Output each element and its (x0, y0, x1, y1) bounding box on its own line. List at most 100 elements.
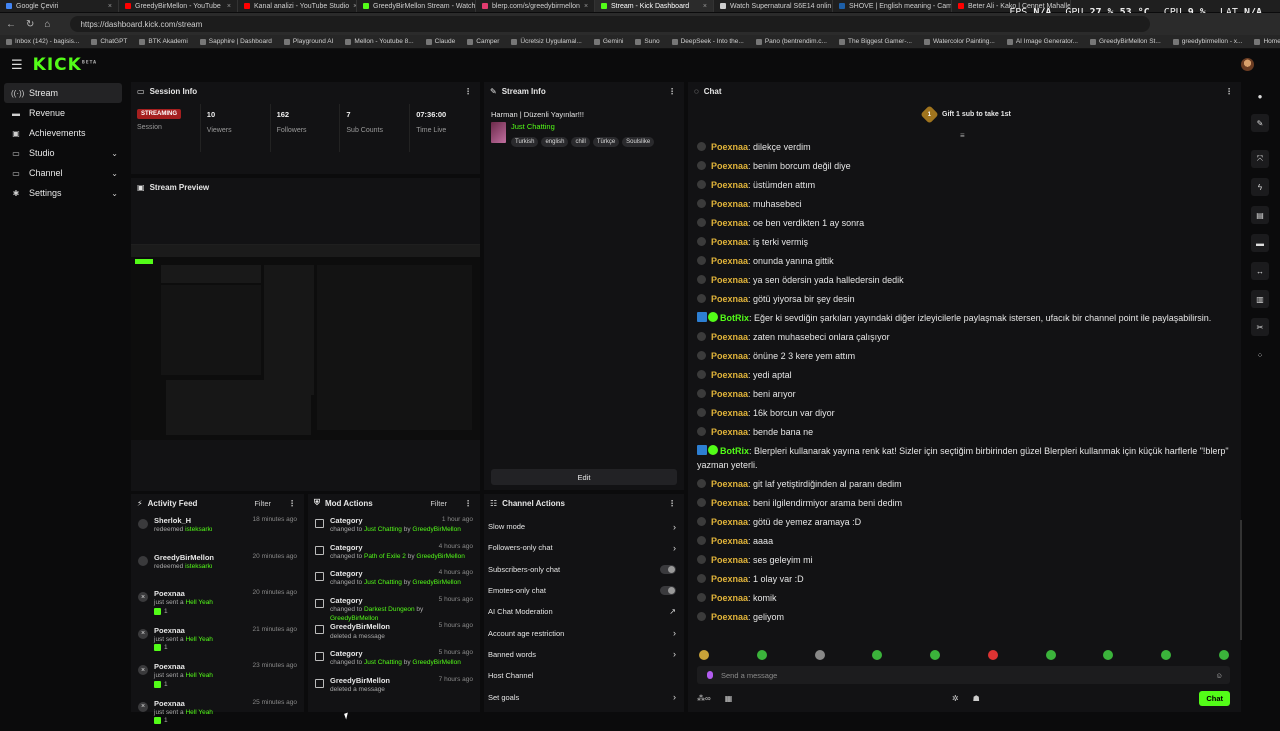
browser-tab[interactable]: Watch Supernatural S6E14 onlin× (714, 0, 833, 12)
back-icon[interactable]: ← (6, 19, 16, 30)
browser-tab[interactable]: Kanal analizi - YouTube Studio× (238, 0, 357, 12)
host-icon[interactable]: ↔ (1251, 262, 1269, 280)
browser-tab[interactable]: SHOVE | English meaning - Camb× (833, 0, 952, 12)
reload-icon[interactable]: ↻ (26, 19, 34, 30)
bookmark-item[interactable]: DeepSeek - Into the... (672, 38, 744, 45)
channel-action-host-channel[interactable]: Host Channel (484, 665, 684, 686)
activity-username[interactable]: Poexnaa (154, 626, 185, 636)
chat-scrollbar[interactable] (1240, 520, 1242, 640)
sidebar-item-revenue[interactable]: ▬Revenue (0, 103, 126, 123)
chat-username[interactable]: Poexnaa (711, 479, 748, 489)
chat-username[interactable]: BotRix (720, 313, 749, 323)
more-icon[interactable]: ⋮ (668, 87, 676, 96)
browser-tab[interactable]: Stream - Kick Dashboard× (595, 0, 714, 12)
chat-username[interactable]: Poexnaa (711, 180, 748, 190)
pinned-gift-banner[interactable]: 1Gift 1 sub to take 1st (923, 108, 1011, 121)
clipboard-icon[interactable]: ▤ (1251, 206, 1269, 224)
chat-username[interactable]: Poexnaa (711, 427, 748, 437)
chat-username[interactable]: Poexnaa (711, 142, 748, 152)
channel-action-subscribers-only-chat[interactable]: Subscribers-only chat (484, 559, 684, 580)
filter-button[interactable]: Filter (254, 499, 271, 508)
filter-button[interactable]: Filter (430, 499, 447, 508)
bookmark-item[interactable]: Sapphire | Dashboard (200, 38, 272, 45)
sidebar-item-channel[interactable]: ▭Channel⌄ (0, 163, 126, 183)
chat-username[interactable]: Poexnaa (711, 199, 748, 209)
bookmark-item[interactable]: Pano (bentrendim.c... (756, 38, 827, 45)
bookmark-item[interactable]: Mellon - Youtube 8... (345, 38, 413, 45)
emote-icon[interactable] (872, 650, 882, 660)
wrench-icon[interactable]: ✂ (1251, 318, 1269, 336)
bookmark-item[interactable]: Watercolor Painting... (924, 38, 995, 45)
category-name[interactable]: Just Chatting (511, 122, 654, 131)
mic-icon[interactable] (707, 671, 713, 679)
close-icon[interactable]: × (584, 3, 588, 10)
close-icon[interactable]: × (227, 3, 231, 10)
toggle-switch[interactable] (660, 586, 676, 595)
expand-icon[interactable]: ⤧ (1251, 150, 1269, 168)
edit-icon[interactable]: ✎ (1251, 114, 1269, 132)
more-icon[interactable]: ⋮ (464, 87, 472, 96)
tag-chip[interactable]: Türkçe (593, 137, 619, 147)
calendar-icon[interactable]: ▦ (725, 694, 733, 703)
mod-action-user[interactable]: GreedyBirMellon (412, 579, 460, 586)
emote-icon[interactable] (1161, 650, 1171, 660)
menu-icon[interactable]: ☰ (11, 57, 23, 73)
close-icon[interactable]: × (703, 3, 707, 10)
emote-icon[interactable] (757, 650, 767, 660)
tag-chip[interactable]: Soulslike (622, 137, 654, 147)
chat-username[interactable]: Poexnaa (711, 218, 748, 228)
chat-username[interactable]: Poexnaa (711, 555, 748, 565)
channel-action-slow-mode[interactable]: Slow mode› (484, 516, 684, 537)
bookmark-item[interactable]: Suno (635, 38, 659, 45)
chat-username[interactable]: Poexnaa (711, 256, 748, 266)
mod-action-target[interactable]: Just Chatting (364, 579, 402, 586)
channel-action-emotes-only-chat[interactable]: Emotes-only chat (484, 580, 684, 601)
chat-username[interactable]: Poexnaa (711, 574, 748, 584)
bookmark-item[interactable]: Camper (467, 38, 499, 45)
avatar[interactable] (1241, 58, 1254, 71)
emote-icon[interactable] (1046, 650, 1056, 660)
chat-username[interactable]: Poexnaa (711, 161, 748, 171)
emote-icon[interactable] (815, 650, 825, 660)
bookmark-item[interactable]: Gemini (594, 38, 624, 45)
grid-icon[interactable]: ⁘ (1251, 346, 1269, 364)
bookmark-item[interactable]: Playground AI (284, 38, 333, 45)
emote-icon[interactable] (699, 650, 709, 660)
bookmark-item[interactable]: GreedyBirMellon St... (1090, 38, 1161, 45)
chat-username[interactable]: BotRix (720, 446, 749, 456)
mod-action-target[interactable]: Path of Exile 2 (364, 553, 406, 560)
activity-username[interactable]: Poexnaa (154, 589, 185, 599)
bookmark-item[interactable]: AI Image Generator... (1007, 38, 1078, 45)
channel-action-ai-chat-moderation[interactable]: AI Chat Moderation↗ (484, 601, 684, 622)
mod-action-user[interactable]: GreedyBirMellon (330, 615, 378, 622)
bookmark-item[interactable]: BTK Akademi (139, 38, 187, 45)
chat-username[interactable]: Poexnaa (711, 536, 748, 546)
more-icon[interactable]: ⋮ (668, 499, 676, 508)
bookmark-item[interactable]: Claude (426, 38, 456, 45)
sidebar-item-studio[interactable]: ▭Studio⌄ (0, 143, 126, 163)
bookmark-item[interactable]: Home / X (1254, 38, 1280, 45)
chat-username[interactable]: Poexnaa (711, 275, 748, 285)
chat-username[interactable]: Poexnaa (711, 593, 748, 603)
chat-username[interactable]: Poexnaa (711, 498, 748, 508)
chat-username[interactable]: Poexnaa (711, 370, 748, 380)
mod-action-user[interactable]: GreedyBirMellon (416, 553, 464, 560)
bookmark-item[interactable]: Ücretsiz Uygulamal... (511, 38, 581, 45)
chat-username[interactable]: Poexnaa (711, 408, 748, 418)
kick-logo[interactable]: KICKBETA (33, 55, 97, 75)
bookmark-item[interactable]: The Biggest Gamer-... (839, 38, 912, 45)
emoji-icon[interactable]: ☺ (1215, 671, 1223, 680)
browser-tab[interactable]: GreedyBirMellon - YouTube× (119, 0, 238, 12)
activity-username[interactable]: GreedyBirMellon (154, 553, 214, 563)
chat-username[interactable]: Poexnaa (711, 237, 748, 247)
mod-action-target[interactable]: Just Chatting (364, 526, 402, 533)
more-icon[interactable]: ⋮ (464, 499, 472, 508)
channel-action-followers-only-chat[interactable]: Followers-only chat› (484, 537, 684, 558)
bookmark-item[interactable]: Inbox (142) - bagisis... (6, 38, 79, 45)
browser-tab[interactable]: blerp.com/s/greedybirmellon× (476, 0, 595, 12)
url-input[interactable]: https://dashboard.kick.com/stream (70, 16, 1150, 32)
activity-username[interactable]: Poexnaa (154, 699, 185, 709)
mod-action-user[interactable]: GreedyBirMellon (412, 659, 460, 666)
mod-action-target[interactable]: Darkest Dungeon (364, 606, 415, 613)
bookmark-item[interactable]: ChatGPT (91, 38, 127, 45)
